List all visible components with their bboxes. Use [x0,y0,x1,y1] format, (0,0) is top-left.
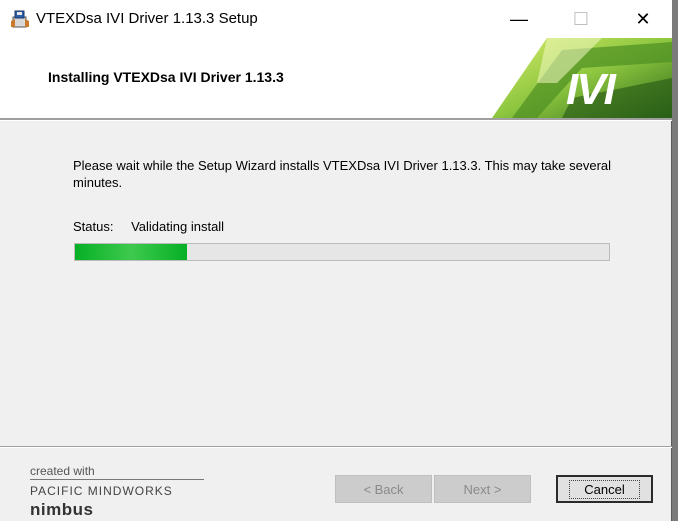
status-row: Status: Validating install [73,219,224,234]
banner-heading: Installing VTEXDsa IVI Driver 1.13.3 [48,69,284,85]
window-title: VTEXDsa IVI Driver 1.13.3 Setup [36,10,258,27]
minimize-button[interactable]: — [496,0,542,38]
maximize-button[interactable]: ☐ [558,0,604,38]
install-progress-bar [74,243,610,261]
install-description: Please wait while the Setup Wizard insta… [73,158,612,190]
product-name: nimbus [30,500,94,519]
status-label: Status: [73,219,114,234]
next-button[interactable]: Next > [434,475,531,503]
installer-app-icon [11,10,29,28]
ivi-logo-graphic [492,38,672,118]
brand-underline [30,479,204,480]
pacific-mindworks-branding: created with PACIFIC MINDWORKS nimbus [30,464,204,520]
ivi-logo-text: IVI [566,65,616,114]
setup-window: VTEXDsa IVI Driver 1.13.3 Setup — ☐ ✕ In… [0,0,672,521]
cancel-button[interactable]: Cancel [556,475,653,503]
back-button[interactable]: < Back [335,475,432,503]
background-strip [672,0,678,521]
close-button[interactable]: ✕ [620,0,666,38]
footer-divider [0,446,672,448]
cancel-button-label: Cancel [569,479,640,499]
wizard-body: Please wait while the Setup Wizard insta… [14,120,672,445]
title-bar[interactable]: VTEXDsa IVI Driver 1.13.3 Setup — ☐ ✕ [0,0,672,38]
created-with-text: created with [30,464,95,478]
progress-fill [75,244,188,260]
wizard-banner: Installing VTEXDsa IVI Driver 1.13.3 IVI [0,38,672,118]
status-value: Validating install [131,219,225,234]
company-name: PACIFIC MINDWORKS [30,484,173,498]
